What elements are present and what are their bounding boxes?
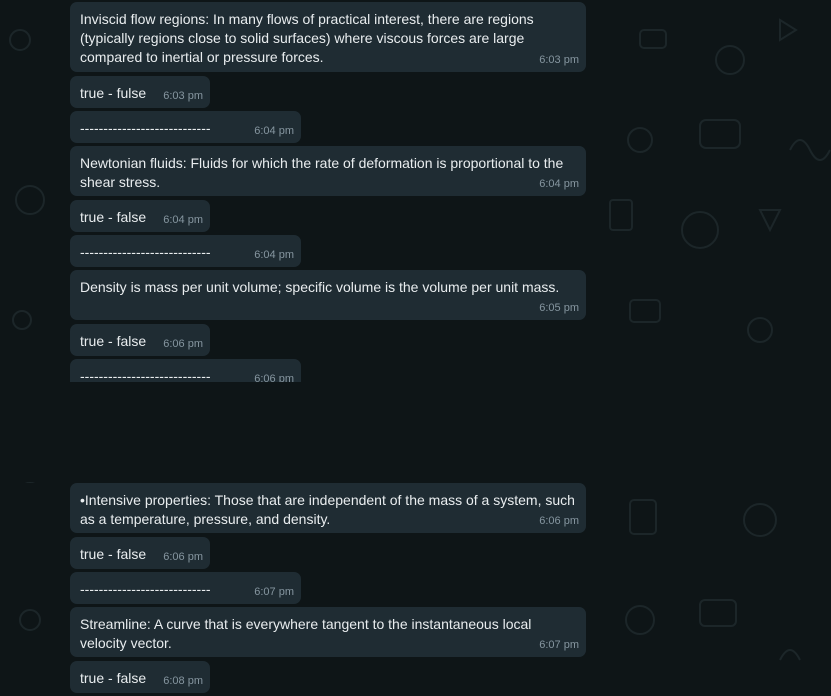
screenshot-seam: [0, 382, 831, 482]
message-timestamp: 6:05 pm: [539, 302, 579, 314]
message-text: ----------------------------: [80, 244, 211, 260]
message-timestamp: 6:03 pm: [163, 90, 203, 102]
message-timestamp: 6:06 pm: [163, 338, 203, 350]
message-text: true - false: [80, 670, 147, 686]
message-timestamp: 6:04 pm: [163, 214, 203, 226]
message-text: true - false: [80, 333, 147, 349]
message-bubble[interactable]: Streamline: A curve that is everywhere t…: [70, 607, 586, 657]
message-bubble[interactable]: ---------------------------- 6:04 pm: [70, 111, 301, 143]
message-text: Inviscid flow regions: In many flows of …: [80, 11, 534, 65]
message-bubble[interactable]: true - false 6:04 pm: [70, 200, 210, 232]
message-bubble[interactable]: true - fulse 6:03 pm: [70, 76, 210, 108]
message-timestamp: 6:07 pm: [254, 586, 294, 598]
message-bubble[interactable]: •Intensive properties: Those that are in…: [70, 483, 586, 533]
message-text: ----------------------------: [80, 581, 211, 597]
message-bubble[interactable]: true - false 6:08 pm: [70, 661, 210, 693]
message-timestamp: 6:08 pm: [163, 675, 203, 687]
message-timestamp: 6:04 pm: [254, 249, 294, 261]
message-bubble[interactable]: true - false 6:06 pm: [70, 537, 210, 569]
message-text: true - false: [80, 546, 147, 562]
message-text: Newtonian fluids: Fluids for which the r…: [80, 155, 564, 190]
message-text: Streamline: A curve that is everywhere t…: [80, 616, 532, 651]
message-timestamp: 6:04 pm: [539, 178, 579, 190]
message-text: Density is mass per unit volume; specifi…: [80, 279, 560, 295]
message-bubble[interactable]: Newtonian fluids: Fluids for which the r…: [70, 146, 586, 196]
message-bubble[interactable]: Density is mass per unit volume; specifi…: [70, 270, 586, 320]
message-bubble[interactable]: true - false 6:06 pm: [70, 324, 210, 356]
message-text: •Intensive properties: Those that are in…: [80, 492, 575, 527]
message-timestamp: 6:04 pm: [254, 125, 294, 137]
message-text: true - false: [80, 209, 147, 225]
message-timestamp: 6:06 pm: [539, 515, 579, 527]
message-timestamp: 6:03 pm: [539, 54, 579, 66]
message-bubble[interactable]: Inviscid flow regions: In many flows of …: [70, 2, 586, 72]
message-bubble[interactable]: ---------------------------- 6:04 pm: [70, 235, 301, 267]
message-timestamp: 6:07 pm: [539, 639, 579, 651]
message-bubble[interactable]: ---------------------------- 6:07 pm: [70, 572, 301, 604]
message-timestamp: 6:06 pm: [163, 551, 203, 563]
message-text: true - fulse: [80, 85, 147, 101]
message-text: ----------------------------: [80, 120, 211, 136]
